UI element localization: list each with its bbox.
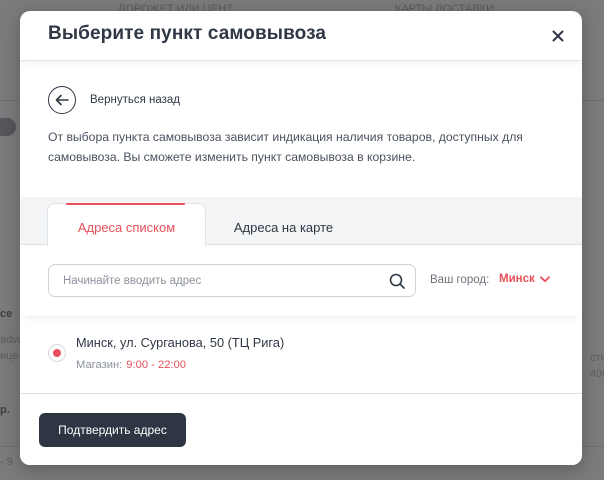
back-label[interactable]: Вернуться назад (90, 94, 180, 106)
close-button[interactable] (546, 24, 570, 48)
search-row: Ваш город: Минск (20, 246, 582, 316)
address-type: Магазин: (76, 359, 123, 371)
address-subtitle: Магазин: 9:00 - 22:00 (76, 359, 186, 371)
chevron-down-icon (539, 275, 550, 282)
back-link[interactable]: Вернуться назад (48, 86, 180, 114)
bg-fragment: - 9 (0, 456, 13, 468)
address-search-input[interactable] (63, 274, 373, 287)
search-box (48, 264, 416, 297)
tab-address-map[interactable]: Адреса на карте (216, 203, 351, 251)
city-value: Минск (499, 273, 535, 285)
address-list-item[interactable]: Минск, ул. Сурганова, 50 (ТЦ Рига) Магаз… (20, 329, 582, 389)
bg-fragment: ице (0, 350, 19, 362)
confirm-address-button[interactable]: Подтвердить адрес (39, 413, 186, 447)
info-text: От выбора пункта самовывоза зависит инди… (48, 130, 523, 164)
city-label: Ваш город: (430, 274, 490, 286)
bg-fragment: 400 (590, 368, 604, 380)
bg-fragment: ce (0, 308, 13, 320)
bg-badge (0, 118, 16, 136)
modal-footer: Подтвердить адрес (20, 393, 582, 465)
close-icon (552, 30, 564, 42)
address-radio[interactable] (48, 344, 66, 362)
arrow-left-icon (55, 94, 69, 106)
pickup-point-modal: Выберите пункт самовывоза Вернуться наза… (20, 11, 582, 465)
city-selector[interactable]: Минск (499, 273, 550, 285)
address-title: Минск, ул. Сурганова, 50 (ТЦ Рига) (76, 335, 285, 350)
bg-fragment: р. (0, 404, 10, 416)
search-icon[interactable] (388, 272, 406, 290)
tab-address-list[interactable]: Адреса списком (47, 203, 206, 251)
address-hours: 9:00 - 22:00 (126, 359, 186, 371)
tabs-bar: Адреса списком Адреса на карте (20, 197, 582, 251)
back-button[interactable] (48, 86, 76, 114)
bg-fragment: стн (590, 352, 604, 364)
modal-header: Выберите пункт самовывоза (20, 11, 582, 61)
radio-selected-dot (53, 349, 61, 357)
modal-title: Выберите пункт самовывоза (48, 23, 327, 44)
